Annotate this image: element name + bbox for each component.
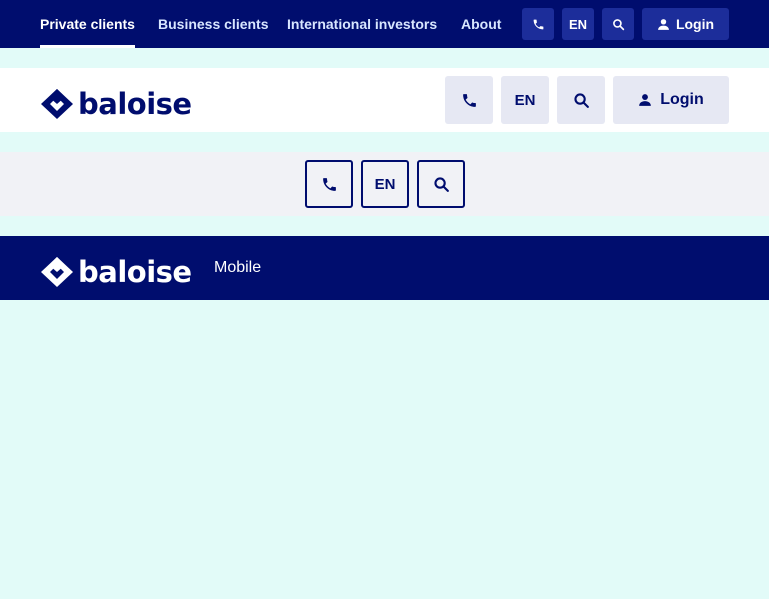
baloise-logo-white[interactable]: baloise (40, 256, 192, 288)
search-icon (612, 18, 624, 30)
site-header: baloise EN Login (0, 68, 769, 132)
baloise-logo-diamond (41, 89, 73, 119)
mobile-caption: Mobile (214, 259, 262, 276)
top-search-button[interactable] (602, 8, 634, 40)
top-login-label: Login (675, 16, 715, 32)
toolbar-phone-button[interactable] (305, 160, 353, 208)
logo-wordmark: baloise (78, 254, 192, 289)
baloise-logo-diamond (41, 257, 73, 287)
secondary-toolbar: EN (0, 152, 769, 216)
nav-link-international-investors[interactable]: International investors (287, 0, 437, 48)
header-language-button[interactable]: EN (501, 76, 549, 124)
top-phone-button[interactable] (522, 8, 554, 40)
active-tab-underline (40, 45, 135, 48)
phone-icon (533, 19, 543, 29)
mobile-header-bar: baloise Mobile (0, 236, 769, 300)
header-phone-button[interactable] (445, 76, 493, 124)
toolbar-language-button[interactable]: EN (361, 160, 409, 208)
top-navigation-bar: Private clients Business clients Interna… (0, 0, 769, 48)
nav-link-about[interactable]: About (461, 0, 501, 48)
nav-link-private-clients[interactable]: Private clients (40, 0, 135, 48)
logo-wordmark: baloise (78, 86, 192, 121)
search-icon (573, 92, 589, 108)
nav-link-business-clients[interactable]: Business clients (158, 0, 269, 48)
header-search-button[interactable] (557, 76, 605, 124)
search-icon (433, 176, 449, 192)
phone-icon (322, 177, 336, 191)
phone-icon (462, 93, 476, 107)
user-icon (639, 94, 652, 106)
top-language-button[interactable]: EN (562, 8, 594, 40)
top-login-button[interactable]: Login (642, 8, 729, 40)
header-login-button[interactable]: Login (613, 76, 729, 124)
baloise-logo[interactable]: baloise (40, 88, 192, 120)
user-icon (658, 18, 669, 30)
header-login-label: Login (660, 91, 704, 108)
toolbar-search-button[interactable] (417, 160, 465, 208)
